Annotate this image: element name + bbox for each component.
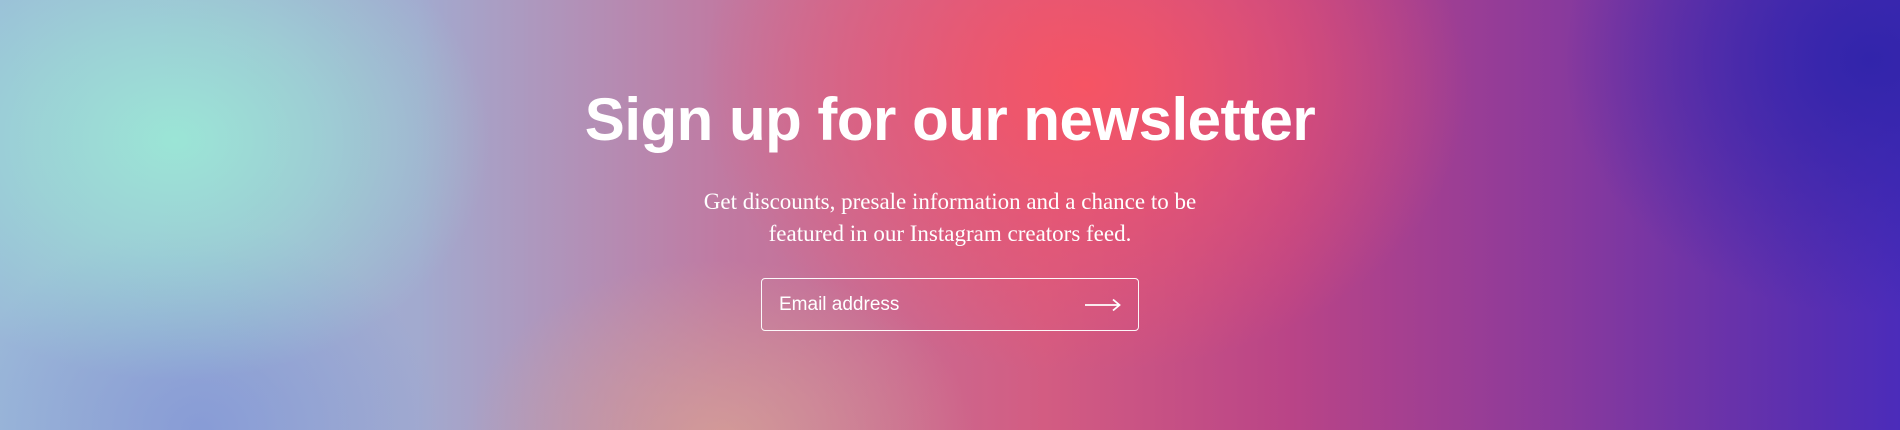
email-input[interactable] <box>779 293 1069 316</box>
newsletter-form <box>761 278 1139 331</box>
arrow-right-icon <box>1085 298 1121 311</box>
newsletter-section: Sign up for our newsletter Get discounts… <box>0 0 1900 430</box>
newsletter-title: Sign up for our newsletter <box>584 86 1316 153</box>
newsletter-content: Sign up for our newsletter Get discounts… <box>0 0 1900 331</box>
newsletter-subtitle: Get discounts, presale information and a… <box>703 189 1197 246</box>
subscribe-button[interactable] <box>1084 293 1124 317</box>
